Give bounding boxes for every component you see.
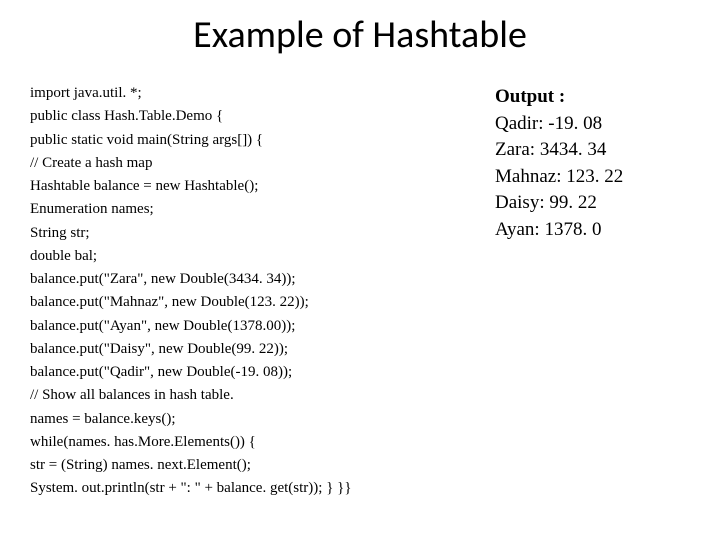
code-line: balance.put("Ayan", new Double(1378.00))… <box>30 315 455 338</box>
code-line: while(names. has.More.Elements()) { <box>30 431 455 454</box>
code-line: Enumeration names; <box>30 198 455 221</box>
code-line: // Create a hash map <box>30 152 455 175</box>
output-line: Ayan: 1378. 0 <box>495 217 690 244</box>
code-line: names = balance.keys(); <box>30 408 455 431</box>
code-line: public static void main(String args[]) { <box>30 129 455 152</box>
code-line: balance.put("Mahnaz", new Double(123. 22… <box>30 291 455 314</box>
output-line: Mahnaz: 123. 22 <box>495 164 690 191</box>
output-line: Qadir: -19. 08 <box>495 111 690 138</box>
slide-title: Example of Hashtable <box>30 12 690 58</box>
output-block: Output : Qadir: -19. 08 Zara: 3434. 34 M… <box>495 82 690 501</box>
code-line: str = (String) names. next.Element(); <box>30 454 455 477</box>
code-line: balance.put("Qadir", new Double(-19. 08)… <box>30 361 455 384</box>
code-line: double bal; <box>30 245 455 268</box>
output-line: Daisy: 99. 22 <box>495 190 690 217</box>
code-line: String str; <box>30 222 455 245</box>
code-line: // Show all balances in hash table. <box>30 384 455 407</box>
code-line: balance.put("Zara", new Double(3434. 34)… <box>30 268 455 291</box>
code-line: System. out.println(str + ": " + balance… <box>30 477 455 500</box>
output-heading: Output : <box>495 84 690 111</box>
output-line: Zara: 3434. 34 <box>495 137 690 164</box>
code-line: balance.put("Daisy", new Double(99. 22))… <box>30 338 455 361</box>
code-block: import java.util. *; public class Hash.T… <box>30 82 455 501</box>
code-line: Hashtable balance = new Hashtable(); <box>30 175 455 198</box>
code-line: import java.util. *; <box>30 82 455 105</box>
content-area: import java.util. *; public class Hash.T… <box>30 82 690 501</box>
code-line: public class Hash.Table.Demo { <box>30 105 455 128</box>
